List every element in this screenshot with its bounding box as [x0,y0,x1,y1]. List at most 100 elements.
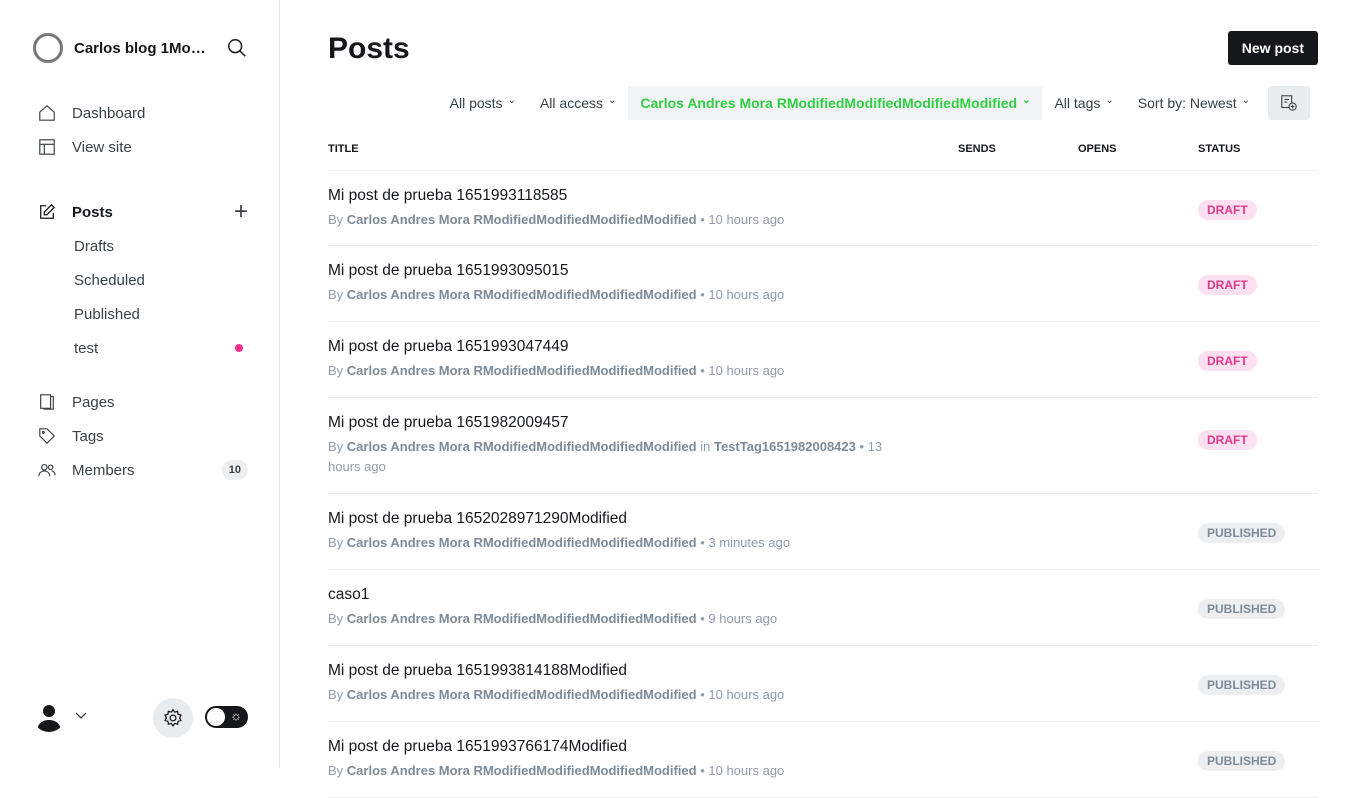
nav-scheduled[interactable]: Scheduled [38,263,253,297]
home-icon [39,105,55,121]
post-row[interactable]: Mi post de prueba 1651993118585 By Carlo… [328,171,1318,246]
gear-icon [164,708,182,728]
col-status: STATUS [1198,143,1241,155]
search-icon[interactable] [226,37,248,59]
post-row[interactable]: Mi post de prueba 1652028971290Modified … [328,494,1318,570]
new-post-button[interactable]: New post [1227,31,1318,65]
status-badge: PUBLISHED [1198,523,1286,543]
post-tag: TestTag1651982008423 [713,439,856,454]
post-row[interactable]: Mi post de prueba 1651993047449 By Carlo… [328,322,1318,398]
filter-author[interactable]: Carlos Andres Mora RModifiedModifiedModi… [628,86,1043,120]
nav-label: Members [72,461,135,479]
post-title[interactable]: Mi post de prueba 1651993095015 [328,262,1318,280]
theme-toggle[interactable]: ☼ [205,706,248,728]
status-badge: DRAFT [1198,430,1257,450]
indicator-dot [235,344,243,352]
post-author: Carlos Andres Mora RModifiedModifiedModi… [346,287,697,302]
meta-by: By [328,611,344,626]
site-logo [33,33,63,63]
meta-in: in [700,439,711,454]
post-title[interactable]: Mi post de prueba 1651982009457 [328,414,1318,432]
post-title[interactable]: Mi post de prueba 1652028971290Modified [328,510,1318,528]
filter-type[interactable]: All posts [438,86,528,120]
post-author: Carlos Andres Mora RModifiedModifiedModi… [346,763,697,778]
posts-list: Mi post de prueba 1651993118585 By Carlo… [328,170,1318,798]
post-meta: By Carlos Andres Mora RModifiedModifiedM… [328,761,888,781]
sort-select[interactable]: Sort by: Newest [1126,86,1262,120]
meta-by: By [328,763,344,778]
nav-label: View site [72,138,132,156]
page-icon [40,394,54,410]
view-options-button[interactable] [1268,86,1310,120]
meta-by: By [328,363,344,378]
post-time: • 10 hours ago [700,687,785,702]
page-title: Posts [328,32,410,65]
nav-label: Drafts [74,237,115,255]
nav-drafts[interactable]: Drafts [38,229,253,263]
post-meta: By Carlos Andres Mora RModifiedModifiedM… [328,437,888,477]
post-time: • 10 hours ago [700,363,785,378]
post-author: Carlos Andres Mora RModifiedModifiedModi… [346,212,697,227]
meta-by: By [328,212,344,227]
post-author: Carlos Andres Mora RModifiedModifiedModi… [346,611,697,626]
nav-label: Published [74,305,140,323]
edit-icon [40,203,56,219]
nav-test[interactable]: test [38,331,253,365]
user-icon [37,705,61,732]
post-row[interactable]: Mi post de prueba 1651982009457 By Carlo… [328,398,1318,494]
status-badge: DRAFT [1198,275,1257,295]
status-badge: PUBLISHED [1198,675,1286,695]
post-row[interactable]: Mi post de prueba 1651993814188Modified … [328,646,1318,722]
nav-label: Dashboard [72,104,146,122]
post-author: Carlos Andres Mora RModifiedModifiedModi… [346,363,697,378]
post-time: • 3 minutes ago [700,535,791,550]
post-time: • 10 hours ago [700,763,785,778]
post-meta: By Carlos Andres Mora RModifiedModifiedM… [328,285,888,305]
filter-tags[interactable]: All tags [1042,86,1125,120]
user-avatar[interactable] [33,700,65,732]
members-count: 10 [221,460,248,480]
tag-icon [39,428,56,445]
post-title[interactable]: Mi post de prueba 1651993118585 [328,187,1318,205]
post-title[interactable]: caso1 [328,586,1318,604]
filter-access[interactable]: All access [528,86,628,120]
meta-by: By [328,287,344,302]
site-name: Carlos blog 1Modified [74,39,214,57]
nav-label: Scheduled [74,271,145,289]
post-meta: By Carlos Andres Mora RModifiedModifiedM… [328,685,888,705]
col-title: TITLE [328,143,359,155]
nav-published[interactable]: Published [38,297,253,331]
post-time: • 9 hours ago [700,611,778,626]
nav-members[interactable]: Members 10 [38,453,253,487]
nav-posts[interactable]: Posts + [38,195,253,229]
post-title[interactable]: Mi post de prueba 1651993766174Modified [328,738,1318,756]
site-brand[interactable]: Carlos blog 1Modified [33,33,214,63]
col-sends: SENDS [958,143,996,155]
status-badge: PUBLISHED [1198,751,1286,771]
post-row[interactable]: Mi post de prueba 1651993766174Modified … [328,722,1318,798]
chevron-down-icon[interactable] [75,712,87,720]
post-meta: By Carlos Andres Mora RModifiedModifiedM… [328,533,888,553]
nav-dashboard[interactable]: Dashboard [38,96,253,130]
nav-pages[interactable]: Pages [38,385,253,419]
post-author: Carlos Andres Mora RModifiedModifiedModi… [346,535,697,550]
meta-by: By [328,687,344,702]
post-time: • 10 hours ago [700,212,785,227]
sidebar: Carlos blog 1Modified Dashboard View sit… [0,0,280,768]
nav-view-site[interactable]: View site [38,130,253,164]
nav-tags[interactable]: Tags [38,419,253,453]
status-badge: PUBLISHED [1198,599,1286,619]
nav-label: Posts [72,203,113,221]
post-row[interactable]: caso1 By Carlos Andres Mora RModifiedMod… [328,570,1318,646]
settings-button[interactable] [153,698,193,738]
status-badge: DRAFT [1198,200,1257,220]
post-title[interactable]: Mi post de prueba 1651993047449 [328,338,1318,356]
post-meta: By Carlos Andres Mora RModifiedModifiedM… [328,210,888,230]
nav-label: Pages [72,393,115,411]
members-icon [38,464,56,477]
meta-by: By [328,535,344,550]
nav-label: Tags [72,427,104,445]
add-post-icon[interactable]: + [234,198,248,226]
post-row[interactable]: Mi post de prueba 1651993095015 By Carlo… [328,246,1318,322]
post-title[interactable]: Mi post de prueba 1651993814188Modified [328,662,1318,680]
